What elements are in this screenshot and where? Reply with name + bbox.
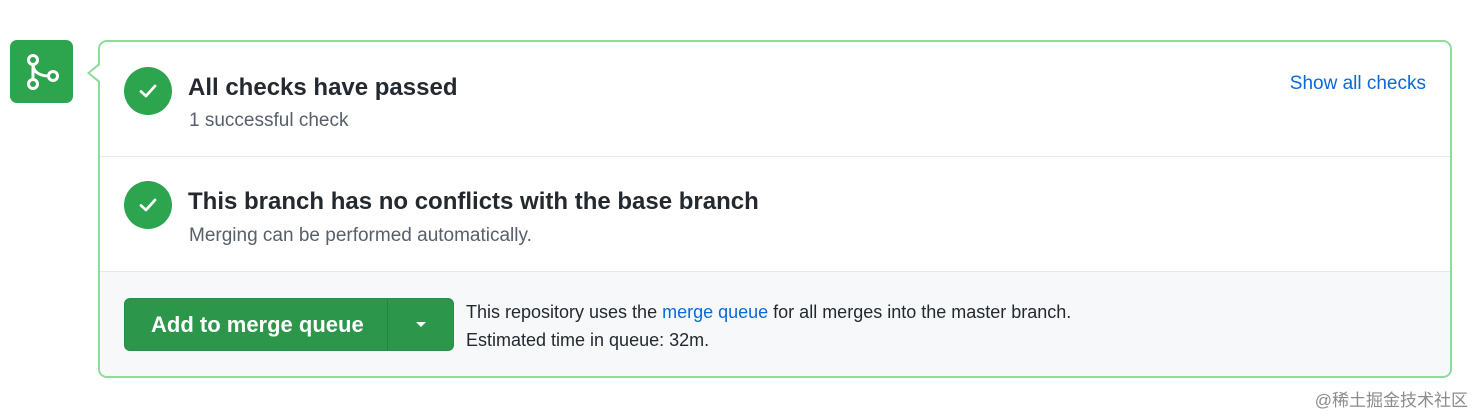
conflicts-section: This branch has no conflicts with the ba… xyxy=(100,157,1450,272)
merge-info-suffix: for all merges into the master branch. xyxy=(768,302,1072,322)
triangle-down-icon xyxy=(415,321,426,327)
merge-queue-info: This repository uses the merge queue for… xyxy=(466,298,1071,354)
merge-queue-link[interactable]: merge queue xyxy=(662,302,768,322)
checks-section: All checks have passed 1 successful chec… xyxy=(100,42,1450,157)
queue-time-estimate: Estimated time in queue: 32m. xyxy=(466,330,710,350)
git-merge-icon-badge xyxy=(10,40,73,103)
merge-queue-description: This repository uses the merge queue for… xyxy=(466,298,1071,326)
add-to-merge-queue-button-group: Add to merge queue xyxy=(124,298,454,351)
add-to-merge-queue-button[interactable]: Add to merge queue xyxy=(125,299,387,350)
watermark: @稀土掘金技术社区 xyxy=(1314,391,1468,410)
conflicts-subtitle: Merging can be performed automatically. xyxy=(189,225,532,246)
show-all-checks-link[interactable]: Show all checks xyxy=(1290,73,1426,95)
conflicts-title: This branch has no conflicts with the ba… xyxy=(188,188,759,215)
check-circle-icon xyxy=(124,181,172,229)
checks-title: All checks have passed xyxy=(188,74,458,101)
merge-options-dropdown-button[interactable] xyxy=(388,299,453,350)
check-circle-icon xyxy=(124,67,172,115)
merge-status-panel: All checks have passed 1 successful chec… xyxy=(98,40,1452,378)
panel-pointer-fill xyxy=(90,65,100,81)
git-merge-icon xyxy=(26,53,59,90)
merge-section: Add to merge queue This repository uses … xyxy=(100,272,1450,376)
merge-info-prefix: This repository uses the xyxy=(466,302,663,322)
checks-subtitle: 1 successful check xyxy=(189,110,349,131)
